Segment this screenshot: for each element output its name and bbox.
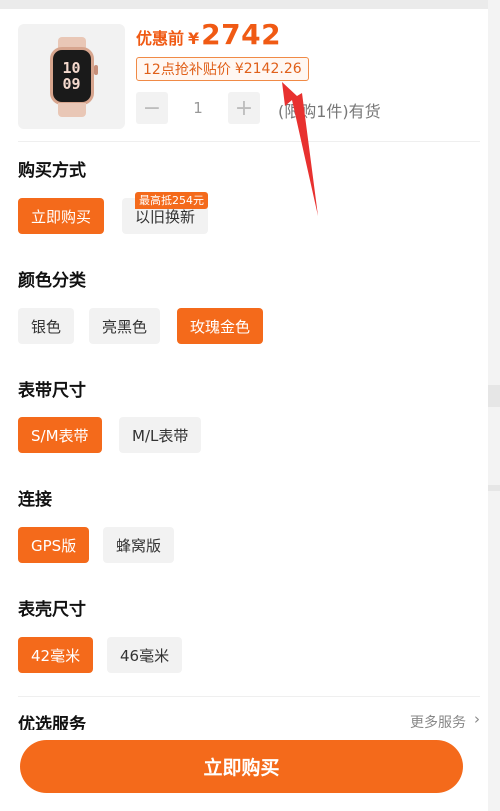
purchase-method-title: 购买方式 [18,161,86,181]
decrease-quantity-button[interactable]: − [136,92,168,124]
color-title: 颜色分类 [18,271,86,291]
chevron-right-icon: › [474,710,480,728]
product-thumbnail[interactable]: 10 09 [18,24,125,129]
subsidy-label: 12点抢补贴价 [143,62,231,78]
quantity-stepper: − 1 + [136,92,260,124]
subsidy-price: ¥2142.26 [234,61,302,77]
case-option-46mm[interactable]: 46毫米 [107,637,183,673]
services-divider [18,696,480,697]
more-services-link[interactable]: 更多服务 [410,712,466,730]
case-option-42mm[interactable]: 42毫米 [18,637,94,673]
case-size-title: 表壳尺寸 [18,600,86,620]
increase-quantity-button[interactable]: + [228,92,260,124]
color-option-rose-gold[interactable]: 玫瑰金色 [177,308,264,344]
watch-clock-hour: 10 [62,58,81,77]
price-line: 优惠前 ¥ 2742 [136,18,281,51]
connectivity-option-cellular[interactable]: 蜂窝版 [103,527,175,563]
top-bar [0,0,500,9]
band-size-title: 表带尺寸 [18,381,86,401]
sku-selection-sheet [0,9,488,811]
band-option-sm[interactable]: S/M表带 [18,417,102,453]
connectivity-title: 连接 [18,490,52,510]
apple-watch-product-image: 10 09 [42,36,102,117]
option-buy-now[interactable]: 立即购买 [18,198,105,234]
services-title: 优选服务 [18,715,86,730]
subsidy-price-tag: 12点抢补贴价 ¥2142.26 [136,57,309,81]
quantity-value[interactable]: 1 [168,99,228,117]
background-page-edge [488,0,500,811]
stock-note: (限购1件)有货 [278,102,381,121]
original-price: 2742 [201,18,282,51]
color-option-silver[interactable]: 银色 [18,308,75,344]
price-label: 优惠前 [136,29,185,48]
services-row[interactable]: 优选服务 更多服务 › [18,708,480,730]
color-option-jet-black[interactable]: 亮黑色 [89,308,161,344]
currency-symbol: ¥ [188,29,200,48]
connectivity-option-gps[interactable]: GPS版 [18,527,90,563]
plus-icon: + [234,95,254,121]
header-divider [18,141,480,142]
buy-now-button[interactable]: 立即购买 [20,740,463,793]
trade-in-discount-badge: 最高抵254元 [135,192,208,209]
minus-icon: − [142,95,162,121]
band-option-ml[interactable]: M/L表带 [119,417,202,453]
watch-clock-minute: 09 [62,74,81,93]
